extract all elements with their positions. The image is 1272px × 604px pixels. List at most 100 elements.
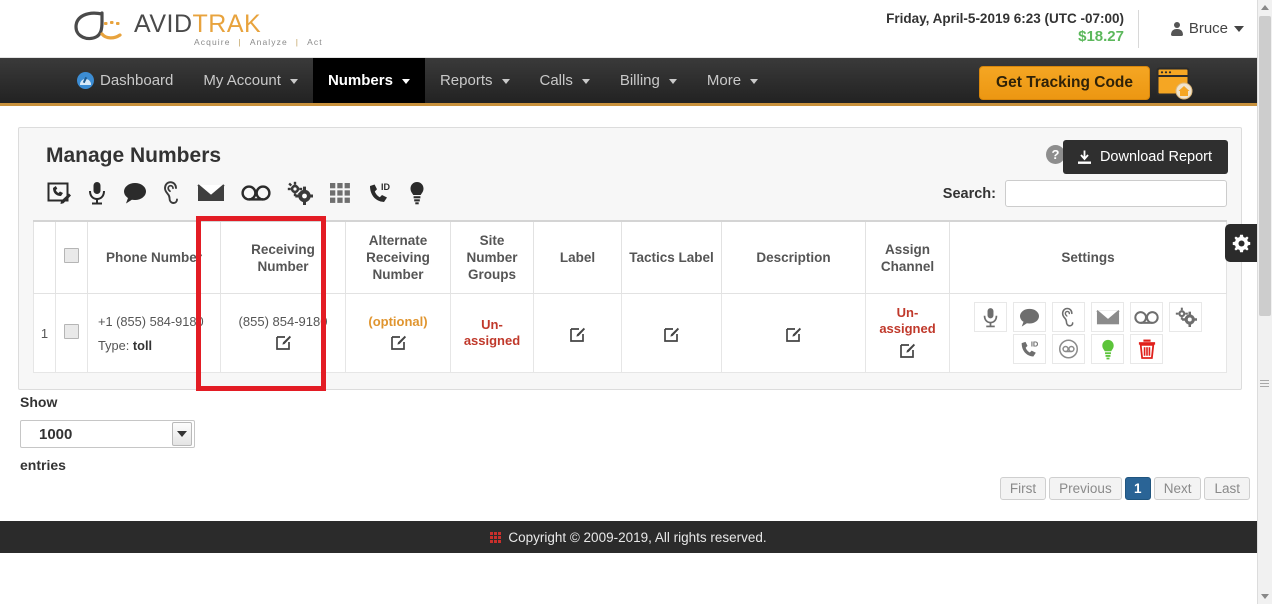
nav-item-my-account[interactable]: My Account: [188, 58, 313, 103]
top-header: AVIDTRAK Acquire | Analyze | Act Friday, Apr…: [0, 0, 1272, 58]
settings-side-tab[interactable]: [1225, 224, 1257, 262]
table-head: Phone Number Receiving Number Alternate …: [33, 220, 1227, 294]
footer-grid-icon: [490, 531, 502, 543]
page-last-button[interactable]: Last: [1204, 477, 1250, 500]
edit-icon[interactable]: [390, 335, 406, 350]
user-avatar-icon: [1170, 21, 1183, 36]
svg-text:ID: ID: [1030, 340, 1038, 349]
table-body: 1 +1 (855) 584-9180 Type: toll (855) 854…: [33, 293, 1227, 373]
nav-label-numbers: Numbers: [327, 72, 393, 89]
show-entries-block: Show 1000 entries: [20, 394, 195, 473]
setting-advanced-button[interactable]: [1169, 302, 1202, 332]
entries-label: entries: [20, 457, 66, 473]
tagline-sep-1: |: [238, 37, 242, 47]
ear-listen-icon[interactable]: [163, 181, 181, 205]
th-label[interactable]: Label: [533, 220, 622, 294]
chat-bubble-icon[interactable]: [123, 182, 147, 204]
entries-select-value: 1000: [39, 425, 73, 443]
user-menu[interactable]: Bruce: [1170, 20, 1244, 37]
download-report-label: Download Report: [1099, 149, 1212, 165]
get-tracking-code-button[interactable]: Get Tracking Code: [979, 66, 1150, 100]
receiving-number-value: (855) 854-9180: [238, 313, 328, 329]
search-row: Search:: [943, 180, 1227, 207]
nav-item-dashboard[interactable]: Dashboard: [62, 58, 188, 103]
edit-icon[interactable]: [900, 343, 915, 358]
edit-icon[interactable]: [570, 327, 585, 342]
setting-chat-button[interactable]: [1013, 302, 1046, 332]
cell-settings: ID: [949, 293, 1227, 373]
microphone-icon: [983, 307, 998, 327]
row-checkbox[interactable]: [64, 324, 79, 339]
keypad-grid-icon[interactable]: [329, 182, 351, 204]
dashboard-icon: [77, 72, 94, 89]
th-site-number-groups[interactable]: Site Number Groups: [450, 220, 534, 294]
setting-email-button[interactable]: [1091, 302, 1124, 332]
setting-delete-button[interactable]: [1130, 334, 1163, 364]
search-input[interactable]: [1005, 180, 1227, 207]
phone-type-row: Type: toll: [98, 338, 215, 353]
chevron-down-icon: [750, 79, 759, 84]
nav-item-reports[interactable]: Reports: [425, 58, 525, 103]
tagline-analyze: Analyze: [249, 37, 288, 47]
envelope-icon[interactable]: [197, 183, 225, 203]
scrollbar-thumb[interactable]: [1259, 16, 1271, 316]
gears-icon[interactable]: [287, 181, 313, 205]
caller-id-icon[interactable]: ID: [367, 181, 393, 205]
th-receiving-number[interactable]: Receiving Number: [220, 220, 346, 294]
chevron-down-icon: [668, 79, 677, 84]
nav-item-numbers[interactable]: Numbers: [312, 58, 425, 103]
page-previous-button[interactable]: Previous: [1049, 477, 1122, 500]
cell-tactics-label: [621, 293, 722, 373]
header-divider: [1138, 10, 1139, 48]
lightbulb-icon: [1101, 339, 1114, 359]
setting-listen-button[interactable]: [1052, 302, 1085, 332]
setting-caller-id-button[interactable]: ID: [1013, 334, 1046, 364]
page-number-1-button[interactable]: 1: [1124, 477, 1151, 500]
microphone-icon[interactable]: [87, 181, 107, 205]
scrollbar-up-arrow[interactable]: [1258, 0, 1272, 15]
pagination: First Previous 1 Next Last: [999, 477, 1250, 500]
nav-item-more[interactable]: More: [692, 58, 773, 103]
settings-icon-group: ID: [955, 302, 1221, 364]
entries-select[interactable]: 1000: [20, 420, 195, 448]
page-next-button[interactable]: Next: [1153, 477, 1202, 500]
edit-icon[interactable]: [275, 335, 291, 350]
setting-status-button[interactable]: [1091, 334, 1124, 364]
cell-phone-number: +1 (855) 584-9180 Type: toll: [87, 293, 221, 373]
setting-microphone-button[interactable]: [974, 302, 1007, 332]
th-description[interactable]: Description: [721, 220, 866, 294]
download-report-button[interactable]: Download Report: [1062, 140, 1228, 174]
edit-phone-icon[interactable]: [47, 181, 71, 205]
voicemail-icon: [1134, 310, 1159, 324]
voicemail-icon[interactable]: [241, 184, 271, 202]
tracking-window-icon[interactable]: [1156, 67, 1194, 100]
th-phone-number[interactable]: Phone Number: [87, 220, 221, 294]
chat-bubble-icon: [1020, 308, 1039, 327]
main-navbar: Dashboard My Account Numbers Reports Cal…: [0, 58, 1272, 106]
page-root: AVIDTRAK Acquire | Analyze | Act Friday, Apr…: [0, 0, 1272, 604]
th-assign-channel[interactable]: Assign Channel: [865, 220, 950, 294]
page-scrollbar[interactable]: [1257, 0, 1272, 604]
caller-id-icon: ID: [1021, 340, 1038, 357]
settings-row-1: [974, 302, 1202, 332]
numbers-table: Phone Number Receiving Number Alternate …: [33, 220, 1227, 373]
brand-logo[interactable]: AVIDTRAK Acquire | Analyze | Act: [72, 6, 322, 52]
select-all-checkbox[interactable]: [64, 248, 79, 263]
edit-icon[interactable]: [664, 327, 679, 342]
th-alternate-receiving-number[interactable]: Alternate Receiving Number: [345, 220, 451, 294]
settings-row-2: ID: [1013, 334, 1163, 364]
nav-item-billing[interactable]: Billing: [605, 58, 692, 103]
lightbulb-icon[interactable]: [409, 181, 425, 205]
th-tactics-label[interactable]: Tactics Label: [621, 220, 722, 294]
scrollbar-down-arrow[interactable]: [1258, 589, 1272, 604]
nav-item-calls[interactable]: Calls: [525, 58, 605, 103]
setting-whisper-button[interactable]: [1052, 334, 1085, 364]
manage-numbers-panel: Manage Numbers ID ? Download Report Sear…: [18, 127, 1242, 390]
th-index: [33, 220, 56, 294]
setting-voicemail-button[interactable]: [1130, 302, 1163, 332]
nav-label-more: More: [706, 72, 742, 89]
page-first-button[interactable]: First: [999, 477, 1047, 500]
phone-type-label: Type:: [98, 337, 130, 353]
edit-icon[interactable]: [786, 327, 801, 342]
th-settings: Settings: [949, 220, 1227, 294]
